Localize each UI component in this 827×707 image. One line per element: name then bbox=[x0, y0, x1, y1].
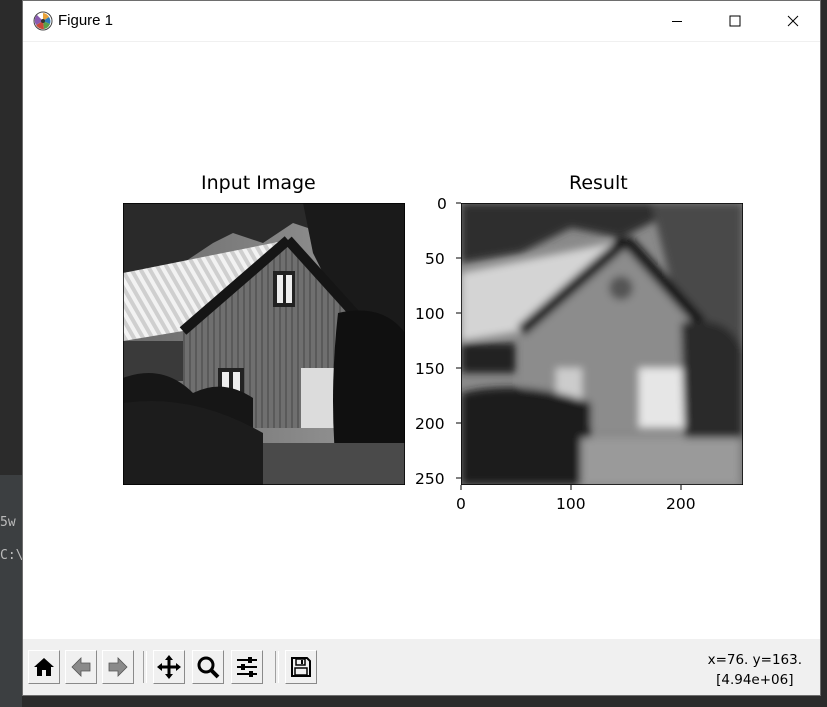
forward-button[interactable] bbox=[102, 650, 134, 684]
right-plot-title: Result bbox=[569, 172, 628, 194]
zoom-button[interactable] bbox=[192, 650, 224, 684]
close-button[interactable] bbox=[764, 1, 822, 41]
toolbar-separator bbox=[275, 651, 279, 683]
background-panel bbox=[0, 475, 22, 707]
y-axis-ticks bbox=[456, 202, 461, 479]
background-editor-right bbox=[821, 0, 827, 707]
y-tick-label: 250 bbox=[415, 470, 445, 488]
input-image[interactable] bbox=[123, 203, 405, 485]
close-icon bbox=[787, 15, 799, 27]
coords-value: [4.94e+06] bbox=[716, 672, 794, 688]
pan-icon bbox=[157, 655, 181, 679]
result-image[interactable] bbox=[461, 203, 743, 485]
save-button[interactable] bbox=[285, 650, 317, 684]
navigation-toolbar: x=76. y=163. [4.94e+06] bbox=[23, 639, 820, 695]
zoom-icon bbox=[197, 656, 220, 679]
x-axis-ticks bbox=[460, 485, 682, 490]
forward-arrow-icon bbox=[108, 657, 128, 677]
left-plot-title: Input Image bbox=[201, 172, 316, 194]
configure-icon bbox=[237, 657, 257, 677]
y-tick-label: 150 bbox=[415, 360, 445, 378]
y-tick-label: 50 bbox=[425, 250, 445, 268]
cursor-coordinates: x=76. y=163. [4.94e+06] bbox=[708, 650, 802, 690]
figure-window: Figure 1 Input Image Result 0 50 100 150… bbox=[22, 0, 821, 696]
title-bar[interactable]: Figure 1 bbox=[23, 1, 820, 42]
y-tick-label: 0 bbox=[437, 195, 447, 213]
x-tick-label: 100 bbox=[556, 495, 586, 513]
window-title: Figure 1 bbox=[58, 12, 114, 29]
configure-subplots-button[interactable] bbox=[231, 650, 263, 684]
save-icon bbox=[291, 657, 311, 677]
x-tick-label: 200 bbox=[666, 495, 696, 513]
back-arrow-icon bbox=[71, 657, 91, 677]
maximize-icon bbox=[729, 15, 741, 27]
home-icon bbox=[34, 658, 54, 676]
y-tick-label: 200 bbox=[415, 415, 445, 433]
figure-canvas[interactable]: Input Image Result 0 50 100 150 200 250 … bbox=[23, 42, 820, 639]
home-button[interactable] bbox=[28, 650, 60, 684]
minimize-button[interactable] bbox=[648, 1, 706, 41]
matplotlib-logo-icon bbox=[33, 11, 53, 31]
y-tick-label: 100 bbox=[415, 305, 445, 323]
back-button[interactable] bbox=[65, 650, 97, 684]
background-text-2: C:\ bbox=[0, 548, 24, 563]
pan-button[interactable] bbox=[153, 650, 185, 684]
toolbar-separator bbox=[143, 651, 147, 683]
background-text-1: 5w bbox=[0, 515, 16, 530]
x-tick-label: 0 bbox=[456, 495, 466, 513]
coords-position: x=76. y=163. bbox=[707, 652, 802, 668]
maximize-button[interactable] bbox=[706, 1, 764, 41]
minimize-icon bbox=[672, 21, 682, 22]
